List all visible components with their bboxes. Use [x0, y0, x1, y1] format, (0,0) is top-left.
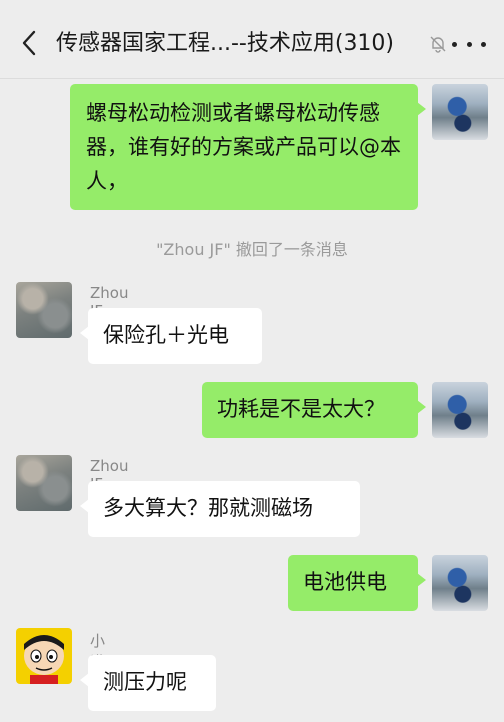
back-button[interactable]	[14, 28, 44, 58]
message-text: 功耗是不是太大？	[217, 397, 385, 421]
recall-notice: "Zhou JF" 撤回了一条消息	[156, 240, 348, 259]
cartoon-face-icon	[24, 635, 64, 684]
message-text: 电池供电	[303, 570, 387, 594]
more-dots-icon	[452, 41, 457, 47]
more-options-button[interactable]	[452, 32, 486, 56]
avatar[interactable]	[432, 555, 488, 611]
message-text: 测压力呢	[103, 670, 187, 694]
avatar[interactable]	[432, 382, 488, 438]
avatar[interactable]	[432, 84, 488, 140]
message-bubble[interactable]: 螺母松动检测或者螺母松动传感器，谁有好的方案或产品可以@本人，	[70, 84, 426, 210]
message-text: 螺母松动检测或者螺母松动传感器，谁有好的方案或产品可以@本人，	[86, 101, 401, 193]
message-bubble[interactable]: 保险孔＋光电	[80, 308, 262, 364]
chevron-left-icon	[22, 30, 36, 56]
message-bubble[interactable]: 测压力呢	[80, 655, 216, 711]
message-text: 多大算大？那就测磁场	[103, 496, 313, 520]
chat-title: 传感器国家工程...--技术应用(310)	[56, 31, 395, 56]
message-bubble[interactable]: 多大算大？那就测磁场	[80, 481, 360, 537]
avatar[interactable]	[16, 282, 72, 338]
avatar[interactable]	[16, 628, 72, 684]
chat-header: 传感器国家工程...--技术应用(310)	[0, 8, 504, 79]
avatar[interactable]	[16, 455, 72, 511]
bell-off-icon	[430, 36, 446, 53]
status-bar	[0, 0, 504, 8]
message-text: 保险孔＋光电	[103, 323, 229, 347]
message-bubble[interactable]: 电池供电	[288, 555, 426, 611]
message-bubble[interactable]: 功耗是不是太大？	[202, 382, 426, 438]
